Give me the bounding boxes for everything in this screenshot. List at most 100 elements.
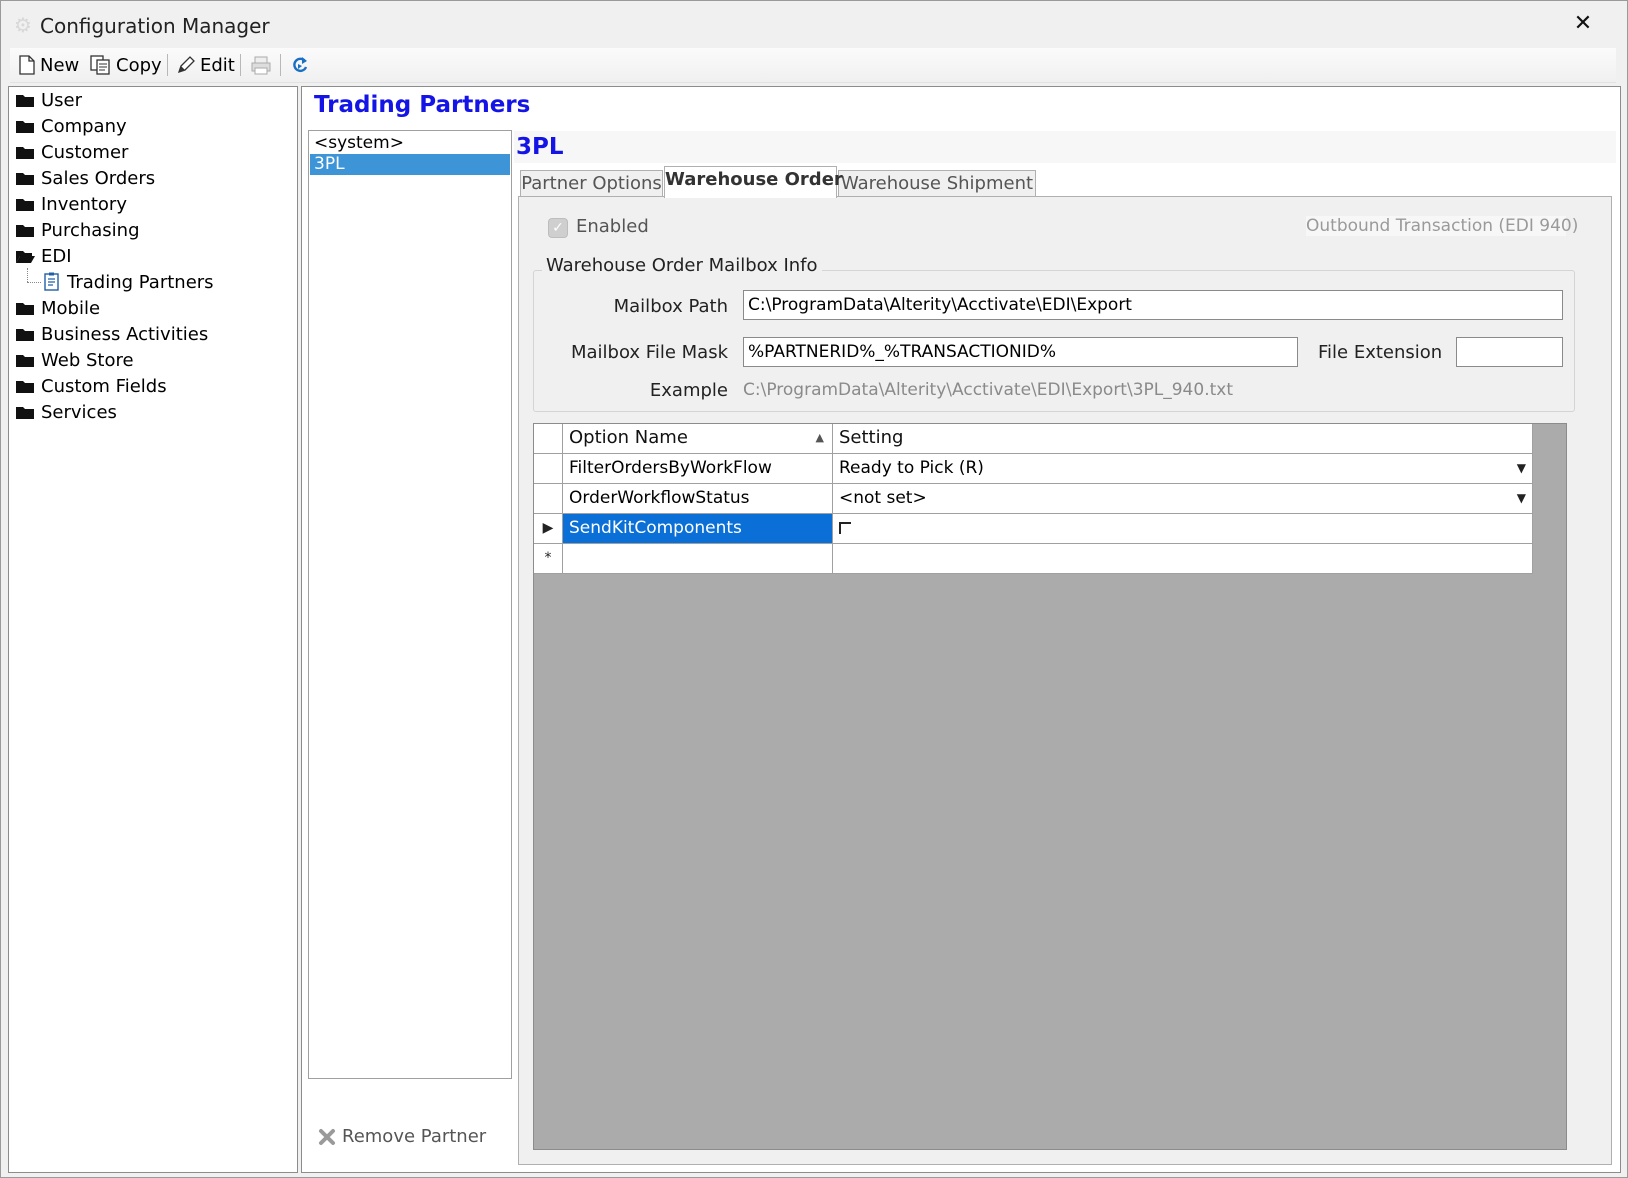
- printer-icon: [251, 56, 271, 75]
- new-row-indicator-icon[interactable]: *: [534, 544, 563, 574]
- new-row-option-cell[interactable]: [563, 544, 833, 574]
- gear-icon: ⚙: [14, 13, 32, 37]
- remove-icon: [319, 1128, 335, 1145]
- mailbox-file-mask-label: Mailbox File Mask: [570, 342, 728, 363]
- folder-icon: [16, 303, 34, 315]
- tree-item-customer[interactable]: Customer: [15, 140, 128, 164]
- pencil-icon: [177, 56, 195, 74]
- tree-item-web-store[interactable]: Web Store: [15, 348, 134, 372]
- partner-list-item[interactable]: <system>: [310, 133, 510, 154]
- file-extension-label: File Extension: [1318, 342, 1443, 363]
- tree-item-label: Company: [41, 115, 127, 137]
- new-row-setting-cell[interactable]: [833, 544, 1533, 574]
- folder-icon: [16, 173, 34, 185]
- tree-item-label: Business Activities: [41, 323, 209, 345]
- copy-label: Copy: [116, 54, 162, 76]
- folder-icon: [16, 355, 34, 367]
- row-header[interactable]: [534, 484, 563, 514]
- option-name-cell-selected[interactable]: SendKitComponents: [563, 514, 833, 544]
- mailbox-path-label: Mailbox Path: [613, 296, 728, 317]
- close-button[interactable]: ✕: [1560, 6, 1606, 42]
- option-name-cell[interactable]: OrderWorkflowStatus: [563, 484, 833, 514]
- tree-item-label: Inventory: [41, 193, 127, 215]
- options-grid: Option Name ▲ Setting FilterOrdersByWork…: [533, 423, 1567, 1150]
- remove-partner-button[interactable]: Remove Partner: [318, 1126, 486, 1147]
- tree-item-label: Sales Orders: [41, 167, 156, 189]
- setting-dropdown[interactable]: Ready to Pick (R) ▼: [833, 454, 1533, 484]
- copy-icon: [90, 55, 110, 75]
- folder-icon: [16, 329, 34, 341]
- new-button[interactable]: New: [18, 52, 79, 78]
- enabled-checkbox[interactable]: ✓: [548, 218, 568, 238]
- refresh-button[interactable]: [290, 52, 310, 78]
- dropdown-arrow-icon[interactable]: ▼: [1517, 454, 1526, 482]
- toolbar-separator: [240, 54, 241, 76]
- tree-item-label: Mobile: [41, 297, 101, 319]
- copy-button[interactable]: Copy: [90, 52, 162, 78]
- tree-item-label: Web Store: [41, 349, 134, 371]
- edit-button[interactable]: Edit: [176, 52, 235, 78]
- print-button[interactable]: [250, 52, 272, 78]
- tree-item-company[interactable]: Company: [15, 114, 127, 138]
- current-row-indicator-icon[interactable]: ▶: [534, 514, 563, 544]
- setting-checkbox-cell[interactable]: [833, 514, 1533, 544]
- tree-item-sales-orders[interactable]: Sales Orders: [15, 166, 155, 190]
- setting-value: Ready to Pick (R): [839, 458, 984, 478]
- folder-icon: [16, 407, 34, 419]
- refresh-icon: [293, 57, 308, 73]
- tree-item-trading-partners[interactable]: Trading Partners: [43, 270, 214, 294]
- toolbar: New Copy Edit: [10, 48, 1616, 83]
- tree-item-mobile[interactable]: Mobile: [15, 296, 100, 320]
- folder-icon: [16, 199, 34, 211]
- mailbox-path-input[interactable]: C:\ProgramData\Alterity\Acctivate\EDI\Ex…: [743, 290, 1563, 320]
- tree-item-label: Customer: [41, 141, 129, 163]
- document-icon: [44, 272, 59, 291]
- navigation-tree: User Company Customer Sales Orders Inven…: [8, 86, 298, 1173]
- tree-item-label: Trading Partners: [67, 271, 214, 293]
- sort-ascending-icon: ▲: [815, 431, 824, 444]
- new-label: New: [40, 54, 80, 76]
- dropdown-arrow-icon[interactable]: ▼: [1517, 484, 1526, 512]
- remove-partner-label: Remove Partner: [342, 1126, 487, 1147]
- column-header-label: Option Name: [569, 427, 688, 448]
- column-header-option-name[interactable]: Option Name ▲: [563, 424, 833, 454]
- column-header-setting[interactable]: Setting: [833, 424, 1533, 454]
- tree-item-label: EDI: [41, 245, 72, 267]
- folder-open-icon: [16, 251, 35, 263]
- row-header[interactable]: [534, 454, 563, 484]
- new-document-icon: [19, 55, 35, 75]
- section-title: Trading Partners: [314, 92, 531, 118]
- tree-item-purchasing[interactable]: Purchasing: [15, 218, 140, 242]
- partner-name: 3PL: [516, 134, 564, 160]
- tree-item-label: User: [41, 89, 83, 111]
- tree-item-inventory[interactable]: Inventory: [15, 192, 127, 216]
- tab-warehouse-shipment[interactable]: Warehouse Shipment: [838, 170, 1036, 196]
- tree-item-label: Purchasing: [41, 219, 140, 241]
- tree-item-edi[interactable]: EDI: [15, 244, 72, 268]
- tree-item-services[interactable]: Services: [15, 400, 117, 424]
- setting-dropdown[interactable]: <not set> ▼: [833, 484, 1533, 514]
- partner-list[interactable]: <system> 3PL: [308, 130, 512, 1079]
- toolbar-separator: [167, 54, 168, 76]
- folder-icon: [16, 381, 34, 393]
- partner-list-item-selected[interactable]: 3PL: [310, 154, 510, 175]
- tree-connector: [27, 268, 29, 282]
- tab-partner-options[interactable]: Partner Options: [520, 170, 663, 196]
- tree-item-custom-fields[interactable]: Custom Fields: [15, 374, 167, 398]
- tree-item-user[interactable]: User: [15, 88, 82, 112]
- tree-item-label: Services: [41, 401, 117, 423]
- mailbox-file-mask-input[interactable]: %PARTNERID%_%TRANSACTIONID%: [743, 337, 1298, 367]
- grid-corner: [534, 424, 563, 454]
- tab-warehouse-order[interactable]: Warehouse Order: [664, 166, 843, 198]
- send-kit-components-checkbox[interactable]: [839, 522, 851, 534]
- folder-icon: [16, 225, 34, 237]
- folder-icon: [16, 121, 34, 133]
- group-legend: Warehouse Order Mailbox Info: [542, 255, 822, 276]
- file-extension-input[interactable]: [1456, 337, 1563, 367]
- tree-item-business-activities[interactable]: Business Activities: [15, 322, 208, 346]
- edit-label: Edit: [200, 54, 235, 76]
- option-name-cell[interactable]: FilterOrdersByWorkFlow: [563, 454, 833, 484]
- enabled-label: Enabled: [576, 216, 649, 237]
- outbound-transaction-label: Outbound Transaction (EDI 940): [1306, 216, 1579, 236]
- partner-header: [514, 131, 1616, 163]
